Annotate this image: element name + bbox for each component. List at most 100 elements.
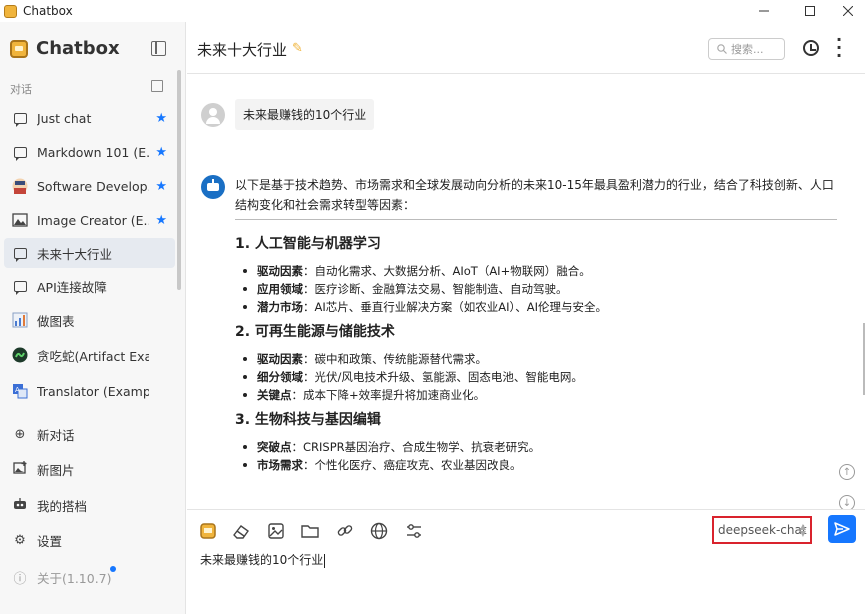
info-icon: ⓘ	[13, 571, 27, 587]
eraser-icon[interactable]	[231, 521, 251, 541]
bullet-list: 突破点：CRISPR基因治疗、合成生物学、抗衰老研究。 市场需求：个性化医疗、癌…	[241, 438, 837, 474]
new-chat-button[interactable]: ⊕ 新对话	[4, 419, 175, 449]
assistant-avatar	[201, 175, 225, 199]
conversation-item[interactable]: Just chat ★	[4, 103, 175, 133]
search-icon	[717, 44, 727, 54]
scroll-top-button[interactable]: ↑	[839, 464, 855, 480]
search-input[interactable]: 搜索...	[708, 38, 785, 60]
conversation-item[interactable]: A Translator (Example)	[4, 376, 175, 406]
web-search-globe-icon[interactable]	[369, 521, 389, 541]
robot-icon	[12, 497, 28, 514]
plus-circle-icon: ⊕	[14, 426, 26, 442]
user-avatar	[201, 103, 225, 127]
star-icon[interactable]: ★	[155, 111, 167, 126]
chat-bubble-icon	[13, 146, 27, 161]
image-icon	[12, 213, 28, 227]
model-selector[interactable]: deepseek-chat ▲ ▼	[712, 516, 812, 544]
maximize-button[interactable]	[795, 0, 825, 22]
link-icon[interactable]	[335, 521, 355, 541]
conversation-item-active[interactable]: 未来十大行业	[4, 238, 175, 268]
assistant-message: 以下是基于技术趋势、市场需求和全球发展动向分析的未来10-15年最具盈利潜力的行…	[235, 175, 837, 480]
conversation-label: API连接故障	[37, 279, 107, 295]
folder-icon[interactable]	[300, 521, 320, 541]
select-arrows-icon: ▲ ▼	[799, 522, 806, 538]
new-image-icon	[12, 460, 28, 478]
star-icon[interactable]: ★	[155, 145, 167, 160]
chat-bubble-icon	[13, 247, 27, 262]
bullet-list: 驱动因素：自动化需求、大数据分析、AIoT（AI+物联网）融合。 应用领域：医疗…	[241, 262, 837, 316]
new-image-button[interactable]: 新图片	[4, 454, 175, 484]
star-icon[interactable]: ★	[155, 179, 167, 194]
main-panel: 未来十大行业 ✎ 搜索... · · · 未来最赚钱的10个行业 以下是基于技术趋势…	[187, 22, 865, 614]
text-caret	[324, 553, 326, 568]
send-icon	[834, 522, 850, 536]
list-item: 驱动因素：碳中和政策、传统能源替代需求。	[241, 350, 837, 368]
brand: Chatbox	[10, 38, 120, 59]
chat-bubble-icon	[13, 112, 27, 127]
about-button[interactable]: ⓘ 关于(1.10.7)	[4, 562, 175, 592]
section-heading: 3. 生物科技与基因编辑	[235, 412, 381, 428]
snake-avatar-icon	[12, 347, 28, 363]
minimize-button[interactable]	[749, 0, 779, 22]
divider	[235, 219, 837, 220]
window-title: Chatbox	[23, 4, 73, 18]
image-upload-icon[interactable]	[266, 521, 286, 541]
settings-button[interactable]: ⚙ 设置	[4, 525, 175, 555]
list-item: 应用领域：医疗诊断、金融算法交易、智能制造、自动驾驶。	[241, 280, 837, 298]
collapse-sidebar-icon[interactable]	[151, 41, 166, 56]
developer-avatar-icon	[12, 178, 28, 194]
chatbox-tool-icon[interactable]	[198, 521, 218, 541]
conversation-label: Image Creator (E...	[37, 212, 149, 228]
close-icon	[843, 6, 853, 16]
gear-icon: ⚙	[14, 532, 26, 548]
conversation-item[interactable]: Markdown 101 (E... ★	[4, 137, 175, 167]
conversations-section-label: 对话	[10, 83, 32, 96]
conversation-item[interactable]: Software Develop... ★	[4, 171, 175, 201]
conversation-label: Markdown 101 (E...	[37, 144, 149, 160]
edit-pencil-icon[interactable]: ✎	[292, 41, 303, 56]
message-input[interactable]: 未来最赚钱的10个行业	[200, 551, 326, 568]
sidebar-scrollbar[interactable]	[177, 70, 181, 290]
section-heading: 1. 人工智能与机器学习	[235, 236, 381, 252]
send-button[interactable]	[828, 515, 856, 543]
star-icon[interactable]: ★	[155, 213, 167, 228]
chatbox-app-icon	[4, 4, 17, 18]
conversation-label: Software Develop...	[37, 178, 149, 194]
list-item: 潜力市场：AI芯片、垂直行业解决方案（如农业AI）、AI伦理与安全。	[241, 298, 837, 316]
svg-text:A: A	[15, 386, 20, 394]
conversation-label: Translator (Example)	[37, 383, 149, 399]
conversation-label: 未来十大行业	[37, 246, 113, 262]
minimize-icon	[759, 10, 769, 12]
chat-header: 未来十大行业 ✎ 搜索... · · ·	[187, 22, 865, 74]
model-name: deepseek-chat	[718, 523, 807, 537]
history-icon[interactable]	[803, 40, 819, 56]
chat-bubble-icon	[13, 280, 27, 295]
translate-icon: A	[13, 384, 28, 399]
assistant-intro: 以下是基于技术趋势、市场需求和全球发展动向分析的未来10-15年最具盈利潜力的行…	[235, 178, 834, 212]
user-message: 未来最赚钱的10个行业	[235, 99, 375, 130]
close-button[interactable]	[833, 0, 863, 22]
scroll-bottom-button[interactable]: ↓	[839, 495, 855, 509]
section-heading: 2. 可再生能源与储能技术	[235, 324, 395, 340]
composer: deepseek-chat ▲ ▼ 未来最赚钱的10个行业	[187, 509, 865, 614]
conversation-item[interactable]: API连接故障	[4, 271, 175, 301]
conversation-item[interactable]: 做图表	[4, 305, 175, 335]
message-list: 未来最赚钱的10个行业 以下是基于技术趋势、市场需求和全球发展动向分析的未来10…	[187, 75, 865, 509]
conversation-label: 做图表	[37, 313, 75, 329]
chat-title: 未来十大行业	[197, 41, 288, 59]
sidebar: Chatbox 对话 Just chat ★ Markdown 101 (E..…	[0, 22, 186, 614]
trash-icon[interactable]	[151, 80, 163, 92]
settings-sliders-icon[interactable]	[404, 521, 424, 541]
bullet-list: 驱动因素：碳中和政策、传统能源替代需求。 细分领域：光伏/风电技术升级、氢能源、…	[241, 350, 837, 404]
chatbox-logo-icon	[10, 39, 28, 58]
maximize-icon	[805, 6, 815, 16]
list-item: 驱动因素：自动化需求、大数据分析、AIoT（AI+物联网）融合。	[241, 262, 837, 280]
conversation-item[interactable]: Image Creator (E... ★	[4, 205, 175, 235]
conversation-label: Just chat	[37, 110, 92, 126]
conversation-item[interactable]: 贪吃蛇(Artifact Example)	[4, 340, 175, 370]
more-vertical-icon[interactable]: · · ·	[835, 32, 843, 64]
list-item: 突破点：CRISPR基因治疗、合成生物学、抗衰老研究。	[241, 438, 837, 456]
my-partners-button[interactable]: 我的搭档	[4, 490, 175, 520]
list-item: 关键点：成本下降+效率提升将加速商业化。	[241, 386, 837, 404]
list-item: 细分领域：光伏/风电技术升级、氢能源、固态电池、智能电网。	[241, 368, 837, 386]
